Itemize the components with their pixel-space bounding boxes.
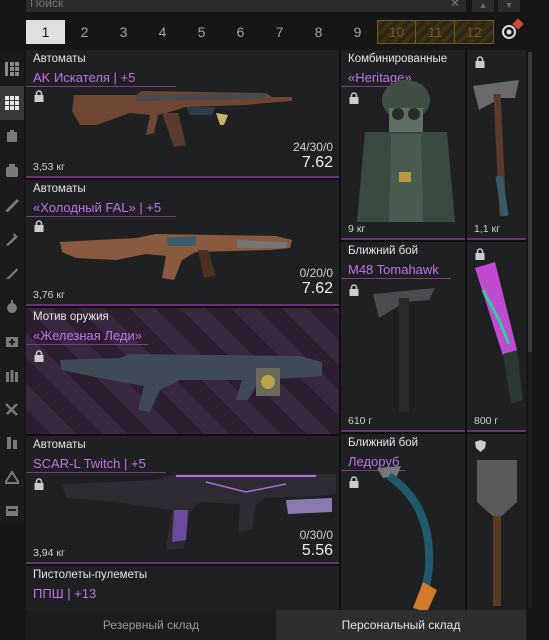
armor-image-heritage bbox=[357, 80, 455, 222]
page-tabs: 1 2 3 4 5 6 7 8 9 10 11 12 bbox=[26, 20, 494, 44]
item-name: AK Искателя | +5 bbox=[33, 70, 136, 85]
tab-page-4[interactable]: 4 bbox=[143, 20, 182, 44]
rifle-image-motif bbox=[60, 354, 322, 412]
machete-image bbox=[475, 262, 523, 404]
ammo-icon[interactable] bbox=[0, 358, 24, 392]
tab-page-6[interactable]: 6 bbox=[221, 20, 260, 44]
item-card-shovel[interactable] bbox=[467, 434, 526, 610]
item-weight: 1,1 кг bbox=[474, 223, 500, 235]
sort-down-button[interactable]: ▼ bbox=[498, 0, 520, 12]
scrollbar-thumb[interactable] bbox=[528, 52, 532, 352]
medkit-icon[interactable] bbox=[0, 324, 24, 358]
item-category: Автоматы bbox=[33, 439, 86, 451]
tools-icon[interactable] bbox=[0, 392, 24, 426]
tab-page-7[interactable]: 7 bbox=[260, 20, 299, 44]
sort-up-button[interactable]: ▲ bbox=[472, 0, 494, 12]
tab-reserve-storage[interactable]: Резервный склад bbox=[26, 610, 276, 640]
storage-tabs: Резервный склад Персональный склад bbox=[26, 610, 526, 640]
item-card-machete[interactable]: 800 г bbox=[467, 242, 526, 432]
ice-axe-image bbox=[377, 466, 437, 610]
grenade-icon[interactable] bbox=[0, 290, 24, 324]
caliber: 5.56 bbox=[301, 542, 333, 559]
tab-page-3[interactable]: 3 bbox=[104, 20, 143, 44]
lock-icon bbox=[349, 284, 359, 296]
lock-icon bbox=[34, 90, 44, 102]
misc-icon[interactable] bbox=[0, 460, 24, 494]
item-category: Ближний бой bbox=[348, 437, 419, 449]
tab-page-8[interactable]: 8 bbox=[299, 20, 338, 44]
ammo-count: 24/30/0 bbox=[292, 140, 333, 154]
tomahawk-image bbox=[373, 288, 435, 412]
item-weight: 610 г bbox=[348, 415, 373, 427]
tab-page-11-locked[interactable]: 11 bbox=[416, 20, 455, 44]
scrollbar[interactable] bbox=[528, 52, 532, 608]
tab-page-12-locked[interactable]: 12 bbox=[455, 20, 494, 44]
tab-page-9[interactable]: 9 bbox=[338, 20, 377, 44]
item-name: «Железная Леди» bbox=[33, 328, 142, 343]
item-name: SCAR-L Twitch | +5 bbox=[33, 456, 146, 471]
item-weight: 800 г bbox=[474, 415, 499, 427]
tab-page-2[interactable]: 2 bbox=[65, 20, 104, 44]
item-category: Пистолеты-пулеметы bbox=[33, 569, 148, 581]
item-category: Мотив оружия bbox=[33, 311, 109, 323]
lock-icon bbox=[475, 248, 485, 260]
shovel-image bbox=[477, 460, 517, 606]
storage-icon[interactable] bbox=[0, 494, 24, 528]
rifle-icon[interactable] bbox=[0, 188, 24, 222]
inventory-window: ✕ ▲ ▼ 1 2 3 4 5 6 7 8 9 10 11 12 bbox=[0, 0, 549, 640]
item-card-ppsh[interactable]: Пистолеты-пулеметы ППШ | +13 bbox=[26, 566, 339, 610]
rifle-image-scar bbox=[62, 474, 336, 550]
armor-icon[interactable] bbox=[0, 120, 24, 154]
item-name: «Холодный FAL» | +5 bbox=[33, 200, 162, 215]
item-name: M48 Tomahawk bbox=[348, 262, 439, 277]
attachments-icon[interactable] bbox=[0, 426, 24, 460]
item-card-heritage[interactable]: Комбинированные «Heritage» 9 кг bbox=[341, 50, 465, 240]
item-category: Автоматы bbox=[33, 183, 86, 195]
rifle-image-fal bbox=[60, 234, 292, 280]
item-weight: 9 кг bbox=[348, 223, 366, 235]
grid-view-icon[interactable] bbox=[0, 52, 24, 86]
lock-icon bbox=[34, 350, 44, 362]
tab-page-1[interactable]: 1 bbox=[26, 20, 65, 44]
item-category: Комбинированные bbox=[348, 53, 448, 65]
knife-icon[interactable] bbox=[0, 256, 24, 290]
search-input[interactable] bbox=[30, 0, 450, 11]
tab-page-10-locked[interactable]: 10 bbox=[377, 20, 416, 44]
item-card-motif[interactable]: Мотив оружия «Железная Леди» bbox=[26, 308, 339, 434]
item-card-scar[interactable]: Автоматы SCAR-L Twitch | +5 0/30/0 5.56 … bbox=[26, 436, 339, 564]
notification-icon[interactable] bbox=[500, 18, 524, 41]
close-icon[interactable]: ✕ bbox=[450, 0, 460, 10]
lock-icon bbox=[34, 220, 44, 232]
item-weight: 3,94 кг bbox=[33, 547, 65, 559]
tab-personal-storage[interactable]: Персональный склад bbox=[276, 610, 526, 640]
item-category: Автоматы bbox=[33, 53, 86, 65]
item-card-axe[interactable]: 1,1 кг bbox=[467, 50, 526, 240]
caliber: 7.62 bbox=[301, 154, 333, 171]
item-card-tomahawk[interactable]: Ближний бой M48 Tomahawk 610 г bbox=[341, 242, 465, 432]
backpack-icon[interactable] bbox=[0, 154, 24, 188]
all-items-icon[interactable] bbox=[0, 86, 24, 120]
search-bar[interactable]: ✕ bbox=[26, 0, 466, 12]
melee-icon[interactable] bbox=[0, 222, 24, 256]
item-card-ak[interactable]: Автоматы AK Искателя | +5 24/30/0 7.62 3… bbox=[26, 50, 339, 178]
tab-page-5[interactable]: 5 bbox=[182, 20, 221, 44]
inventory-grid: Автоматы AK Искателя | +5 24/30/0 7.62 3… bbox=[26, 50, 526, 610]
ammo-count: 0/20/0 bbox=[299, 266, 333, 280]
axe-image bbox=[473, 80, 519, 217]
lock-icon bbox=[34, 478, 44, 490]
rifle-image-ak bbox=[72, 91, 292, 147]
item-category: Ближний бой bbox=[348, 245, 419, 257]
lock-icon bbox=[475, 56, 485, 68]
item-weight: 3,76 кг bbox=[33, 289, 65, 301]
ammo-count: 0/30/0 bbox=[299, 528, 333, 542]
category-filter-rail bbox=[0, 52, 24, 524]
item-card-ledorub[interactable]: Ближний бой Ледоруб bbox=[341, 434, 465, 610]
item-weight: 3,53 кг bbox=[33, 161, 65, 173]
caliber: 7.62 bbox=[301, 280, 333, 297]
item-card-fal[interactable]: Автоматы «Холодный FAL» | +5 0/20/0 7.62… bbox=[26, 180, 339, 306]
item-name: ППШ | +13 bbox=[33, 586, 97, 601]
shield-icon bbox=[475, 440, 486, 452]
